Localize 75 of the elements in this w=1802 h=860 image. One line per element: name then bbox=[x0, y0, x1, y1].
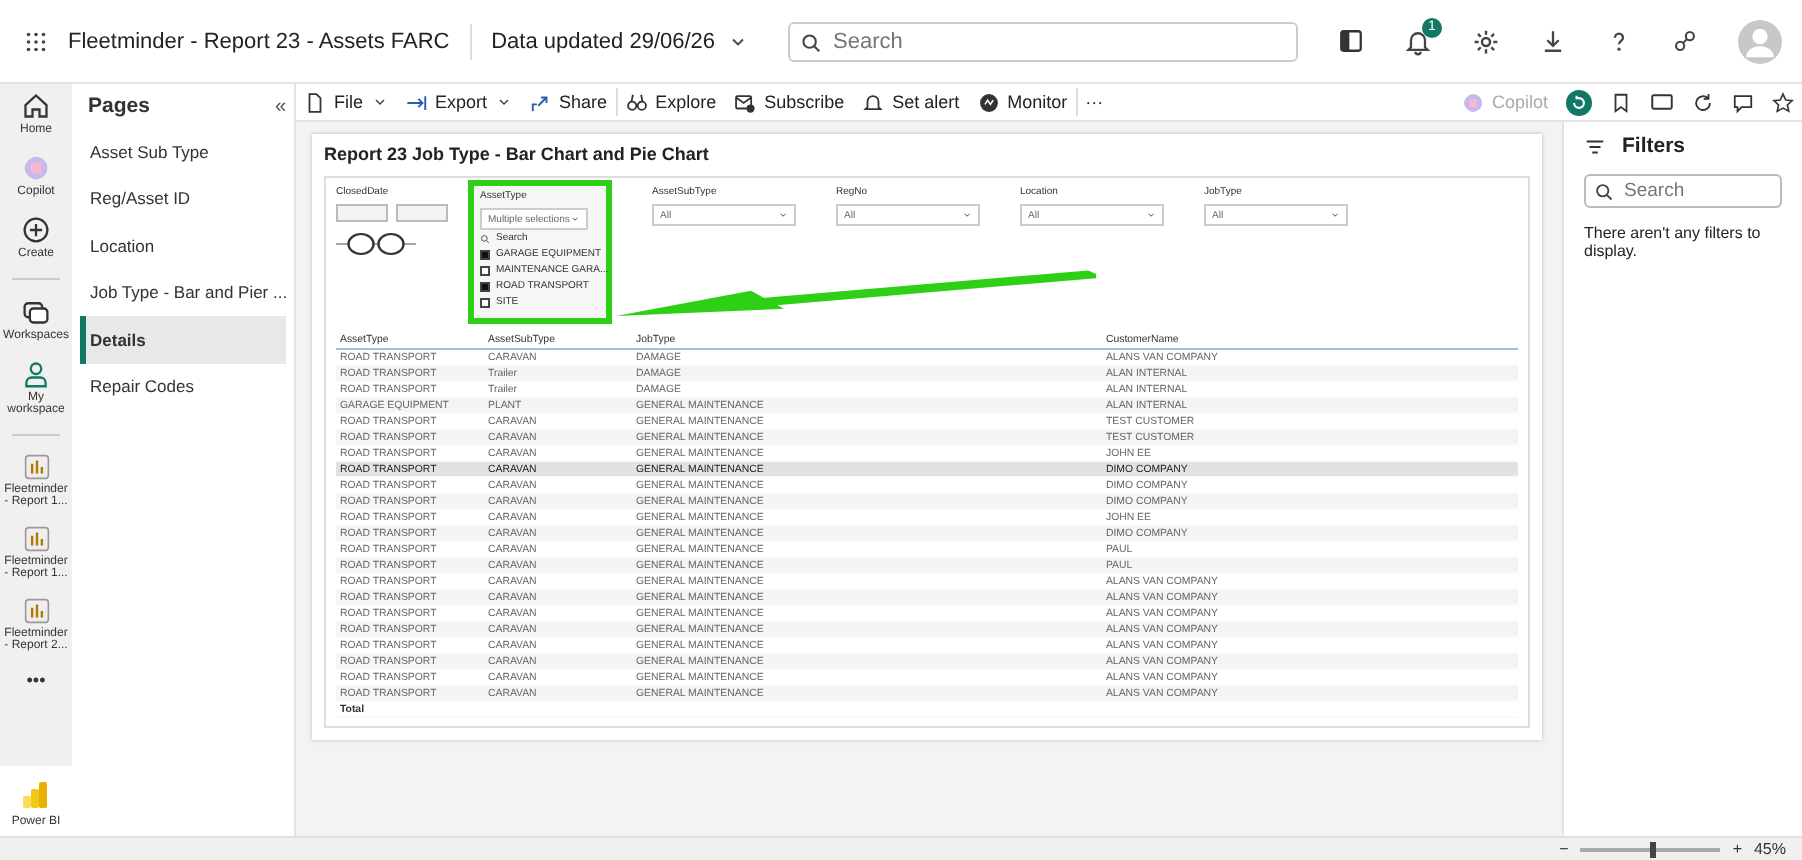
workspaces-icon bbox=[22, 298, 50, 326]
person-icon bbox=[22, 360, 50, 388]
more-button[interactable]: ··· bbox=[1085, 92, 1104, 112]
checkbox[interactable] bbox=[480, 281, 490, 291]
file-icon bbox=[304, 91, 326, 113]
reload-icon[interactable] bbox=[1692, 91, 1714, 113]
share-icon[interactable] bbox=[1672, 28, 1698, 54]
zoom-level: 45% bbox=[1753, 840, 1786, 858]
comment-icon[interactable] bbox=[1732, 91, 1754, 113]
report-icon bbox=[23, 598, 49, 624]
search-icon bbox=[1594, 182, 1614, 202]
copilot-icon bbox=[22, 154, 50, 182]
checkbox[interactable] bbox=[480, 297, 490, 307]
notifications-icon[interactable] bbox=[1404, 27, 1432, 55]
monitor-icon bbox=[977, 91, 1000, 113]
toolbar-button[interactable]: Subscribe bbox=[734, 91, 845, 113]
pages-title: Pages bbox=[88, 94, 150, 118]
chevron-icon bbox=[778, 210, 788, 220]
star-icon[interactable] bbox=[1772, 91, 1794, 113]
empty-message: There aren't any filters to display. bbox=[1584, 224, 1763, 260]
bell-icon bbox=[862, 91, 885, 113]
filters-title: Filters bbox=[1622, 134, 1686, 158]
report-icon bbox=[23, 526, 49, 552]
download-icon[interactable] bbox=[1540, 28, 1566, 54]
toolbar-button[interactable]: Share bbox=[529, 91, 608, 113]
date-field[interactable] bbox=[336, 204, 388, 222]
toolbar-button[interactable]: Explore bbox=[625, 91, 717, 113]
page-tab[interactable]: Details bbox=[80, 316, 286, 363]
view-icon[interactable] bbox=[1650, 90, 1674, 114]
page-tab[interactable]: Repair Codes bbox=[80, 363, 286, 410]
page-tab[interactable]: Job Type - Bar and Pier ... bbox=[80, 269, 286, 316]
page-tab[interactable]: Asset Sub Type bbox=[80, 128, 286, 175]
plus-icon bbox=[22, 216, 50, 244]
checkbox[interactable] bbox=[480, 249, 490, 259]
subscribe-icon bbox=[734, 91, 757, 113]
menu-button[interactable]: File bbox=[304, 91, 388, 113]
bookmark-icon[interactable] bbox=[1610, 91, 1632, 113]
refresh-icon[interactable] bbox=[1566, 89, 1592, 115]
chevron-icon bbox=[495, 94, 512, 110]
zoom-in-button[interactable]: + bbox=[1732, 840, 1742, 858]
toolbar-button[interactable]: Set alert bbox=[862, 91, 960, 113]
report-title: Report 23 Job Type - Bar Chart and Pie Chart bbox=[324, 142, 711, 168]
settings-icon[interactable] bbox=[1472, 27, 1500, 55]
copilot-icon bbox=[1461, 91, 1484, 113]
chevron-icon bbox=[371, 94, 388, 110]
checkbox[interactable] bbox=[480, 265, 490, 275]
panel-icon[interactable] bbox=[1338, 28, 1364, 54]
search-field[interactable]: Search bbox=[1584, 174, 1782, 208]
binoculars-icon bbox=[625, 91, 648, 113]
chevron-icon bbox=[1330, 210, 1340, 220]
page-tab[interactable]: Reg/Asset ID bbox=[80, 175, 286, 222]
arrow-icon bbox=[405, 91, 428, 113]
chevron-icon bbox=[570, 214, 580, 224]
home-icon bbox=[22, 92, 50, 120]
page-tab[interactable]: Location bbox=[80, 222, 286, 269]
app-launcher-icon[interactable] bbox=[24, 29, 48, 53]
zoom-slider-thumb[interactable] bbox=[1650, 841, 1657, 857]
search-icon bbox=[799, 31, 822, 53]
collapse-button[interactable]: « bbox=[274, 95, 286, 117]
chevron-icon bbox=[1146, 210, 1156, 220]
chevron-icon bbox=[962, 210, 972, 220]
data-updated-dropdown[interactable]: Data updated 29/06/26 bbox=[491, 29, 748, 53]
share-icon bbox=[529, 91, 552, 113]
app-title: Fleetminder - Report 23 - Assets FARC bbox=[68, 29, 450, 53]
date-field[interactable] bbox=[396, 204, 448, 222]
report-icon bbox=[23, 454, 49, 480]
search-field[interactable]: Search bbox=[787, 21, 1298, 61]
power-bi-icon bbox=[20, 778, 52, 810]
search-icon bbox=[480, 233, 490, 243]
zoom-out-button[interactable]: − bbox=[1559, 840, 1569, 858]
range-slider-icon[interactable] bbox=[336, 232, 416, 256]
menu-button[interactable]: Export bbox=[405, 91, 512, 113]
toolbar-button[interactable]: Monitor bbox=[977, 91, 1068, 113]
more-button[interactable]: ••• bbox=[2, 670, 70, 690]
filter-icon bbox=[1584, 135, 1606, 157]
